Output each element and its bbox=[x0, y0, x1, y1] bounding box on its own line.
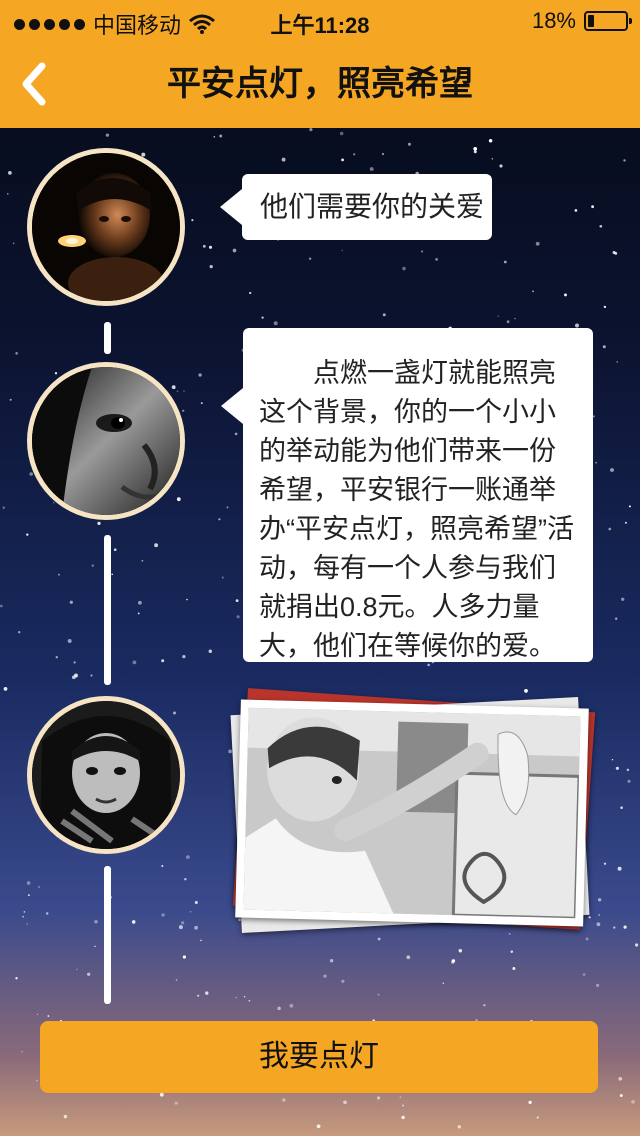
battery-icon bbox=[584, 11, 632, 31]
battery-percent: 18% bbox=[531, 8, 576, 33]
donation-photo bbox=[243, 707, 581, 919]
page-title: 平安点灯，照亮希望 bbox=[167, 64, 473, 104]
photo-card-front bbox=[235, 699, 589, 927]
avatar-child-eye bbox=[27, 362, 185, 520]
avatar-child-candle bbox=[27, 148, 185, 306]
timeline-line bbox=[104, 322, 111, 354]
photo-stack[interactable] bbox=[228, 688, 618, 950]
message-bubble-2: 点燃一盏灯就能照亮这个背景，你的一个小小的举动能为他们带来一份希望，平安银行一账… bbox=[221, 328, 593, 662]
light-lamp-button[interactable]: 我要点灯 bbox=[40, 1021, 598, 1093]
status-bar: 中国移动 上午11:28 18% bbox=[0, 0, 640, 40]
header-bar: 中国移动 上午11:28 18% 平安点灯，照亮希望 bbox=[0, 0, 640, 128]
timeline-line bbox=[104, 535, 111, 685]
chevron-left-icon[interactable] bbox=[14, 60, 58, 108]
timeline-line bbox=[104, 866, 111, 1004]
message-bubble-1: 他们需要你的关爱 bbox=[220, 174, 492, 240]
status-right: 18% bbox=[531, 8, 632, 34]
avatar-child-portrait bbox=[27, 696, 185, 854]
nav-bar: 平安点灯，照亮希望 bbox=[0, 40, 640, 128]
